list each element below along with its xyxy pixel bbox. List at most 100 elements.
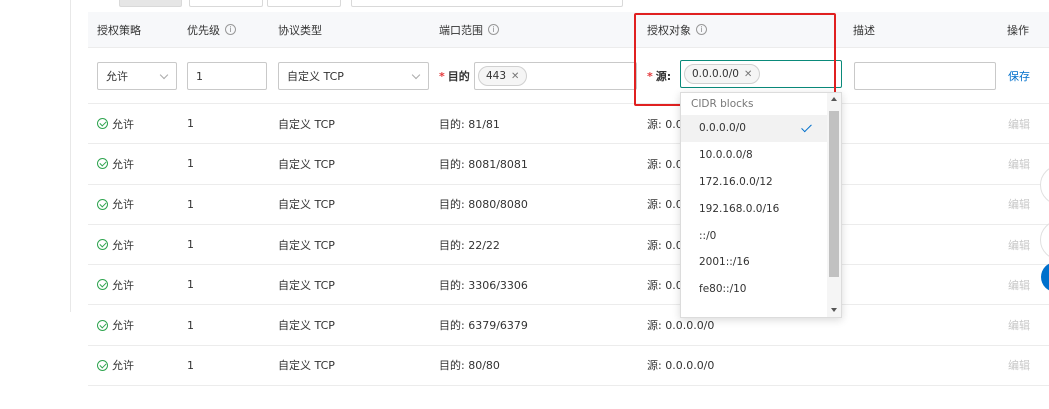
row-port: 目的: 8080/8080 <box>439 185 528 224</box>
header-policy: 授权策略 <box>97 23 141 37</box>
table-row: 允许 1 自定义 TCP 目的: 22/22 源: 0.0 编辑 <box>88 225 1049 266</box>
edit-button-text: 编辑 <box>1008 157 1030 171</box>
top-tab-button[interactable] <box>119 0 182 7</box>
table-row: 允许 1 自定义 TCP 目的: 8080/8080 源: 0.0 编辑 <box>88 185 1049 225</box>
table-row: 允许 1 自定义 TCP 目的: 3306/3306 源: 0.0 编辑 <box>88 265 1049 306</box>
row-protocol: 自定义 TCP <box>278 265 335 304</box>
row-protocol: 自定义 TCP <box>278 225 335 264</box>
chevron-down-icon <box>159 70 169 80</box>
header-target: 授权对象 i <box>647 12 707 47</box>
table-header: 授权策略 优先级 i 协议类型 端口范围 i 授权对象 i 描述 操作 <box>88 12 1049 48</box>
row-port: 目的: 6379/6379 <box>439 306 528 345</box>
dropdown-option[interactable]: fe80::/10 <box>681 276 841 303</box>
row-priority: 1 <box>187 225 194 264</box>
check-circle-icon <box>97 239 108 251</box>
close-icon[interactable]: ✕ <box>744 69 752 80</box>
edit-button-text: 编辑 <box>1008 117 1030 131</box>
header-priority: 优先级 i <box>187 12 236 47</box>
row-port: 目的: 22/22 <box>439 225 500 264</box>
check-circle-icon <box>97 319 108 331</box>
check-circle-icon <box>97 359 108 371</box>
row-port-text: 目的: 80/80 <box>439 359 500 373</box>
edit-button-text: 编辑 <box>1008 198 1030 212</box>
policy-select[interactable]: 允许 <box>97 62 177 90</box>
row-port-text: 目的: 8080/8080 <box>439 198 528 212</box>
row-policy: 允许 <box>97 346 134 385</box>
check-circle-icon <box>97 279 108 291</box>
row-protocol: 自定义 TCP <box>278 346 335 385</box>
close-icon[interactable]: ✕ <box>511 71 519 82</box>
header-port-label: 端口范围 <box>439 23 483 37</box>
dropdown-option-label: 2001::/16 <box>699 256 750 269</box>
dropdown-option[interactable]: 2001::/16 <box>681 249 841 276</box>
target-info-icon[interactable]: i <box>696 24 707 35</box>
security-group-rules-page: 授权策略 优先级 i 协议类型 端口范围 i 授权对象 i 描述 操作 允许 1… <box>0 0 1049 409</box>
row-priority: 1 <box>187 144 194 183</box>
table-row: 允许 1 自定义 TCP 目的: 80/80 源: 0.0.0.0/0 编辑 <box>88 346 1049 387</box>
dest-port-input[interactable]: 443 ✕ <box>474 62 637 90</box>
row-policy-text: 允许 <box>112 359 134 373</box>
top-filter-button-2[interactable] <box>267 0 341 7</box>
source-label: 源: <box>655 70 672 83</box>
header-target-label: 授权对象 <box>647 23 691 37</box>
edit-button[interactable]: 编辑 <box>1008 225 1030 264</box>
protocol-select[interactable]: 自定义 TCP <box>278 62 429 90</box>
row-port: 目的: 81/81 <box>439 104 500 143</box>
required-asterisk: * <box>439 69 445 83</box>
row-policy: 允许 <box>97 104 134 143</box>
dropdown-group-label: CIDR blocks <box>691 98 754 110</box>
dropdown-option[interactable]: 192.168.0.0/16 <box>681 195 841 222</box>
top-filter-button-1[interactable] <box>189 0 263 7</box>
description-input[interactable] <box>854 62 996 90</box>
row-priority: 1 <box>187 346 194 385</box>
row-source: 源: 0.0.0.0/0 <box>647 346 714 385</box>
edit-button[interactable]: 编辑 <box>1008 346 1030 385</box>
edit-button[interactable]: 编辑 <box>1008 144 1030 183</box>
row-protocol-text: 自定义 TCP <box>278 238 335 252</box>
edit-button[interactable]: 编辑 <box>1008 104 1030 143</box>
edit-button-text: 编辑 <box>1008 238 1030 252</box>
row-protocol-text: 自定义 TCP <box>278 319 335 333</box>
edit-rule-row: 允许 1 自定义 TCP * 目的 443 ✕ * 源: 0.0.0.0/0 ✕… <box>88 48 1049 104</box>
row-policy-text: 允许 <box>112 117 134 131</box>
row-protocol-text: 自定义 TCP <box>278 117 335 131</box>
priority-info-icon[interactable]: i <box>225 24 236 35</box>
dropdown-option[interactable]: 10.0.0.0/8 <box>681 142 841 169</box>
header-desc: 描述 <box>853 23 875 37</box>
row-source-text: 源: 0.0 <box>647 198 683 212</box>
header-protocol: 协议类型 <box>278 23 322 37</box>
row-priority: 1 <box>187 185 194 224</box>
dropdown-option[interactable]: 172.16.0.0/12 <box>681 169 841 196</box>
row-priority-text: 1 <box>187 278 194 292</box>
row-port-text: 目的: 3306/3306 <box>439 278 528 292</box>
row-port-text: 目的: 81/81 <box>439 117 500 131</box>
edit-button-text: 编辑 <box>1008 319 1030 333</box>
dropdown-option[interactable]: 0.0.0.0/0 <box>681 115 841 142</box>
row-protocol: 自定义 TCP <box>278 306 335 345</box>
dropdown-option[interactable]: ::/0 <box>681 222 841 249</box>
header-port: 端口范围 i <box>439 12 499 47</box>
required-asterisk: * <box>647 69 653 83</box>
checkmark-icon <box>801 121 812 133</box>
priority-input[interactable]: 1 <box>187 62 267 90</box>
row-policy-text: 允许 <box>112 198 134 212</box>
source-tag-label: 0.0.0.0/0 <box>692 68 739 80</box>
cidr-dropdown[interactable]: CIDR blocks 0.0.0.0/0 10.0.0.0/8 172.16.0.… <box>680 92 842 318</box>
row-priority-text: 1 <box>187 318 194 332</box>
edit-button[interactable]: 编辑 <box>1008 306 1030 345</box>
check-circle-icon <box>97 198 108 210</box>
save-button[interactable]: 保存 <box>1008 48 1030 104</box>
scrollbar-thumb[interactable] <box>829 111 839 277</box>
port-info-icon[interactable]: i <box>488 24 499 35</box>
row-source-text: 源: 0.0 <box>647 238 683 252</box>
row-priority: 1 <box>187 104 194 143</box>
scroll-up-icon[interactable] <box>831 97 837 101</box>
edit-button[interactable]: 编辑 <box>1008 265 1030 304</box>
dropdown-scrollbar[interactable] <box>827 93 841 317</box>
top-search-input[interactable] <box>351 0 623 7</box>
source-input[interactable]: 0.0.0.0/0 ✕ <box>680 60 842 88</box>
row-policy-text: 允许 <box>112 157 134 171</box>
edit-button-text: 编辑 <box>1008 278 1030 292</box>
edit-button[interactable]: 编辑 <box>1008 185 1030 224</box>
scroll-down-icon[interactable] <box>831 308 837 312</box>
